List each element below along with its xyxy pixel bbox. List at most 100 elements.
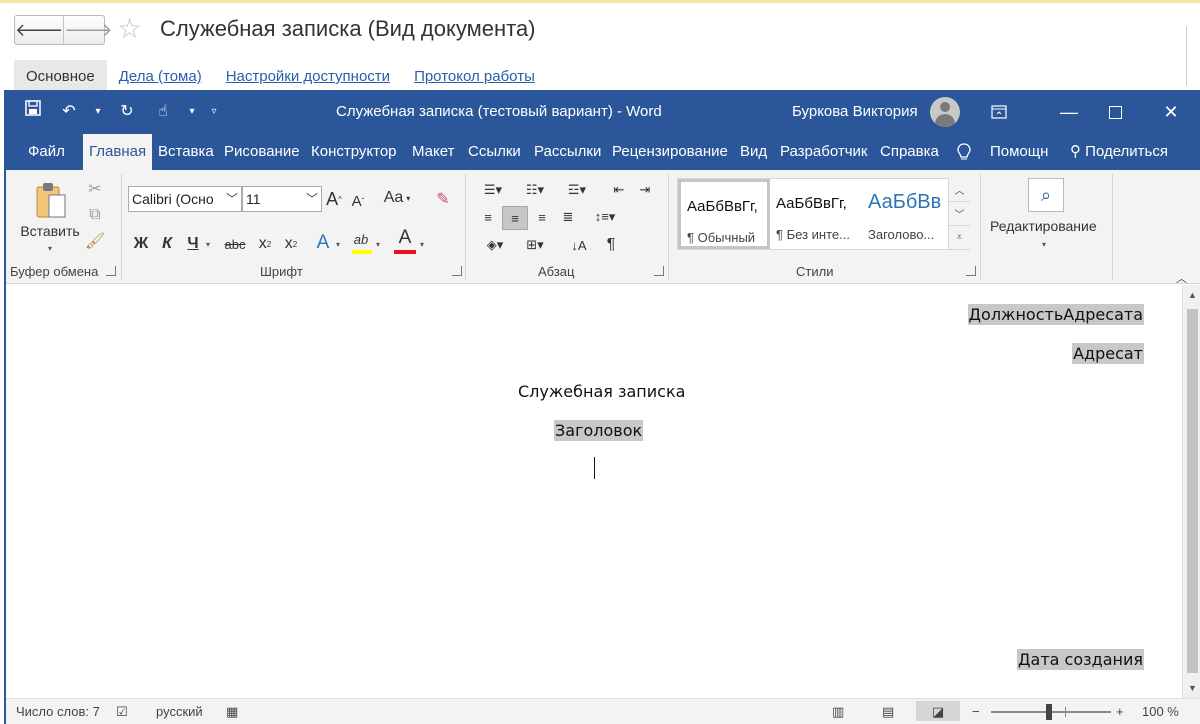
touch-mode-icon[interactable]: ☝ xyxy=(150,98,176,126)
created-date-text[interactable]: Дата создания xyxy=(1017,649,1144,670)
more-styles-icon[interactable]: ⩡ xyxy=(949,226,970,250)
tab-review[interactable]: Рецензирование xyxy=(612,134,728,170)
tab-home[interactable]: Главная xyxy=(83,134,153,170)
tab-help[interactable]: Справка xyxy=(880,134,939,170)
touch-dropdown-icon[interactable]: ▾ xyxy=(186,98,198,126)
back-button[interactable]: 🡐 xyxy=(15,16,63,44)
font-size-combo[interactable]: 11 ﹀ xyxy=(242,186,322,212)
subscript-icon[interactable]: x2 xyxy=(254,232,276,256)
highlight-icon[interactable]: ab xyxy=(350,228,372,250)
minimize-icon[interactable]: — xyxy=(1046,96,1092,128)
align-right-icon[interactable]: ≡ xyxy=(530,206,554,228)
redo-icon[interactable]: ↻ xyxy=(114,98,140,126)
paste-dropdown-icon[interactable]: ▾ xyxy=(48,244,52,253)
paragraph-launcher-icon[interactable] xyxy=(654,266,664,276)
scroll-thumb[interactable] xyxy=(1187,309,1198,673)
format-painter-icon[interactable]: 🖌 xyxy=(84,230,106,252)
increase-indent-icon[interactable]: ⇥ xyxy=(634,180,656,200)
tab-draw[interactable]: Рисование xyxy=(224,134,300,170)
underline-icon[interactable]: Ч xyxy=(182,232,204,256)
tab-file[interactable]: Файл xyxy=(28,134,65,170)
cut-icon[interactable]: ✂ xyxy=(84,178,106,200)
read-mode-icon[interactable]: ▥ xyxy=(832,704,844,720)
chevron-down-icon[interactable]: ﹀ xyxy=(949,202,970,226)
word-count[interactable]: Число слов: 7 xyxy=(16,704,100,719)
chevron-up-icon[interactable]: ︿ xyxy=(949,178,970,202)
clear-formatting-icon[interactable]: ✎ xyxy=(432,188,454,210)
tab-insert[interactable]: Вставка xyxy=(158,134,214,170)
change-case-icon[interactable]: Aa ▾ xyxy=(382,187,412,209)
show-formatting-icon[interactable]: ¶ xyxy=(600,234,622,256)
heading-text[interactable]: Заголовок xyxy=(554,420,644,441)
proofing-icon[interactable]: ☑ xyxy=(116,704,128,720)
tab-tell-me[interactable]: Помощн xyxy=(990,134,1048,170)
font-name-combo[interactable]: Calibri (Осно ﹀ xyxy=(128,186,242,212)
undo-icon[interactable]: ↶ xyxy=(56,98,82,126)
zoom-level[interactable]: 100 % xyxy=(1142,704,1179,719)
decrease-indent-icon[interactable]: ⇤ xyxy=(608,180,630,200)
bullets-icon[interactable]: ☰▾ xyxy=(476,180,510,200)
zoom-out-button[interactable]: − xyxy=(972,704,980,719)
favorite-star-icon[interactable]: ☆ xyxy=(117,14,142,44)
tab-design[interactable]: Конструктор xyxy=(311,134,397,170)
avatar[interactable] xyxy=(930,97,960,127)
scroll-up-icon[interactable]: ▲ xyxy=(1183,285,1200,305)
tab-developer[interactable]: Разработчик xyxy=(780,134,867,170)
forward-button[interactable]: 🡒 xyxy=(63,16,113,44)
text-effects-dropdown-icon[interactable]: ▾ xyxy=(336,240,340,249)
paste-icon[interactable] xyxy=(30,180,70,220)
customize-qat-icon[interactable]: ▿ xyxy=(208,98,220,126)
multilevel-list-icon[interactable]: ☲▾ xyxy=(560,180,594,200)
editing-button[interactable]: Редактирование xyxy=(990,218,1097,234)
bold-icon[interactable]: Ж xyxy=(130,232,152,256)
recipient-text[interactable]: Адресат xyxy=(1072,343,1144,364)
undo-dropdown-icon[interactable]: ▾ xyxy=(92,98,104,126)
copy-icon[interactable]: ⧉ xyxy=(84,204,106,226)
align-center-icon[interactable]: ≡ xyxy=(502,206,528,230)
justify-icon[interactable]: ≣ xyxy=(556,206,580,228)
tab-mailings[interactable]: Рассылки xyxy=(534,134,601,170)
numbering-icon[interactable]: ☷▾ xyxy=(518,180,552,200)
font-color-icon[interactable]: A xyxy=(394,226,416,250)
tab-files-volumes[interactable]: Дела (тома) xyxy=(107,60,214,91)
line-spacing-icon[interactable]: ↕≡▾ xyxy=(588,206,622,228)
web-layout-icon[interactable]: ◪ xyxy=(916,701,960,721)
tab-access-settings[interactable]: Настройки доступности xyxy=(214,60,402,91)
tab-layout[interactable]: Макет xyxy=(412,134,454,170)
shrink-font-icon[interactable]: Aˇ xyxy=(348,190,368,212)
tab-view[interactable]: Вид xyxy=(740,134,767,170)
vertical-scrollbar[interactable]: ▲ ▼ xyxy=(1182,285,1200,698)
editing-dropdown-icon[interactable]: ▾ xyxy=(1042,240,1046,249)
sort-icon[interactable]: ↓A xyxy=(568,234,590,256)
strikethrough-icon[interactable]: abc xyxy=(220,232,250,256)
lightbulb-icon[interactable] xyxy=(956,134,972,170)
styles-launcher-icon[interactable] xyxy=(966,266,976,276)
font-launcher-icon[interactable] xyxy=(452,266,462,276)
zoom-thumb[interactable] xyxy=(1046,704,1052,720)
style-heading-1[interactable]: АаБбВв Заголово... xyxy=(862,179,948,249)
tab-work-log[interactable]: Протокол работы xyxy=(402,60,547,91)
print-layout-icon[interactable]: ▤ xyxy=(882,704,894,720)
close-icon[interactable]: ✕ xyxy=(1148,96,1194,128)
clipboard-launcher-icon[interactable] xyxy=(106,266,116,276)
user-name[interactable]: Буркова Виктория xyxy=(792,103,918,120)
shading-icon[interactable]: ◈▾ xyxy=(478,234,512,256)
borders-icon[interactable]: ⊞▾ xyxy=(518,234,552,256)
italic-icon[interactable]: К xyxy=(156,232,178,256)
ribbon-display-options-icon[interactable] xyxy=(976,96,1022,128)
tab-references[interactable]: Ссылки xyxy=(468,134,521,170)
highlight-dropdown-icon[interactable]: ▾ xyxy=(376,240,380,249)
share-button[interactable]: ⚲ Поделиться xyxy=(1070,134,1168,170)
save-icon[interactable] xyxy=(20,98,46,126)
paste-button[interactable]: Вставить xyxy=(18,222,82,240)
underline-dropdown-icon[interactable]: ▾ xyxy=(206,240,210,249)
zoom-in-button[interactable]: + xyxy=(1116,704,1124,719)
grow-font-icon[interactable]: A ^ xyxy=(324,188,344,210)
align-left-icon[interactable]: ≡ xyxy=(476,206,500,228)
macro-recording-icon[interactable]: ▦ xyxy=(226,704,238,720)
recipient-position-text[interactable]: ДолжностьАдресата xyxy=(967,304,1144,325)
scroll-down-icon[interactable]: ▼ xyxy=(1183,678,1200,698)
tab-main[interactable]: Основное xyxy=(14,60,107,91)
document-page[interactable]: ДолжностьАдресата Адресат Служебная запи… xyxy=(6,285,1182,698)
font-color-dropdown-icon[interactable]: ▾ xyxy=(420,240,424,249)
